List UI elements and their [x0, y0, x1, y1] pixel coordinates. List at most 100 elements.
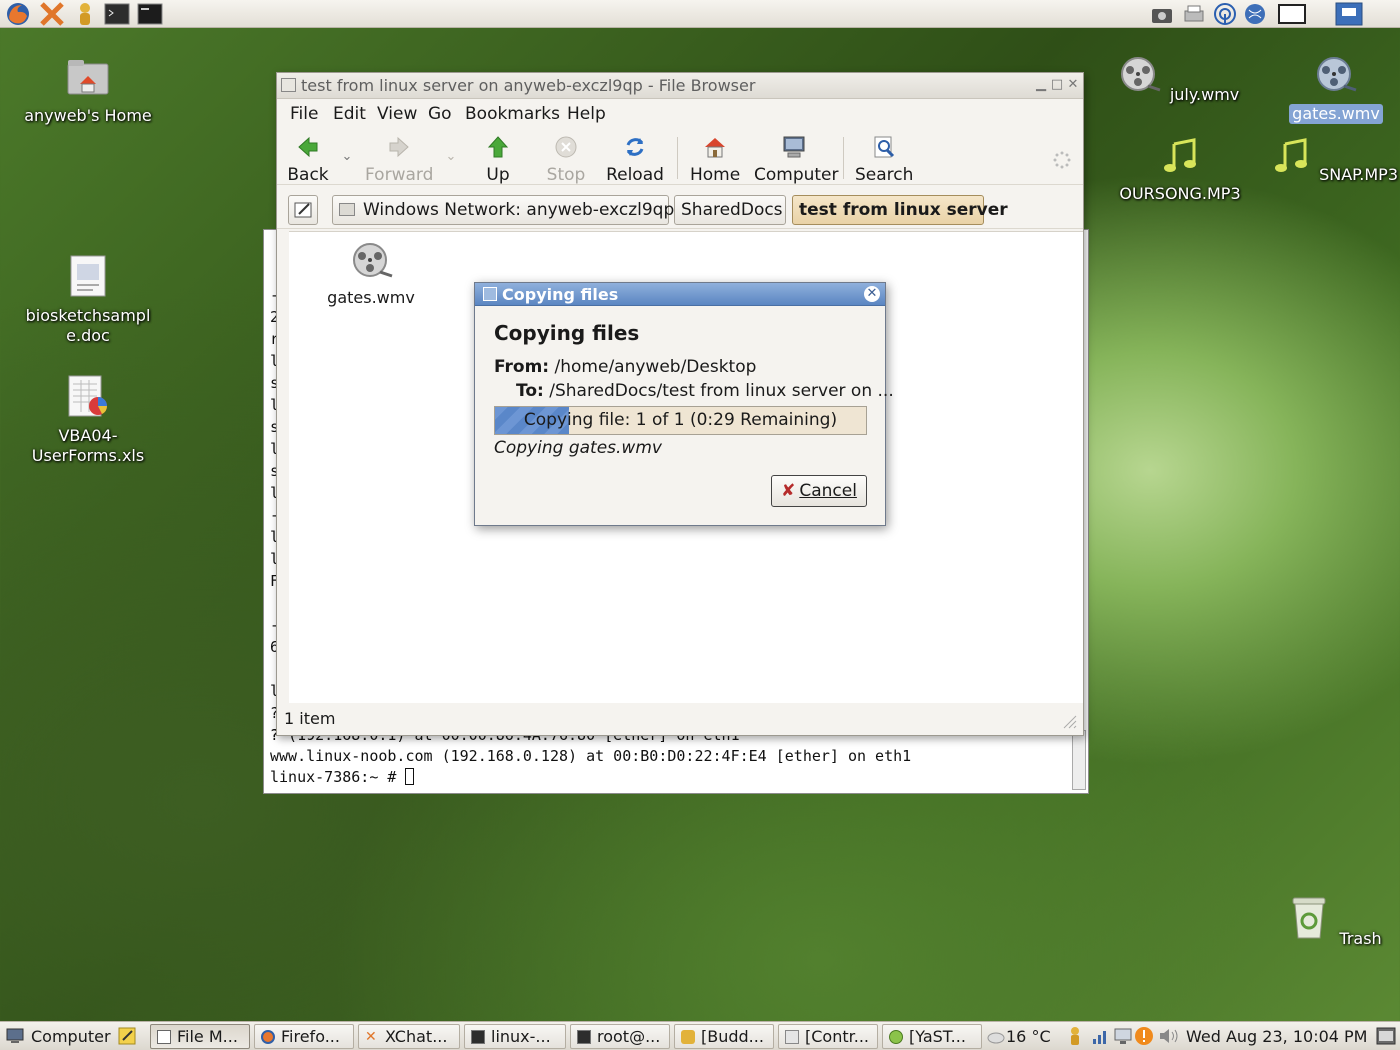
file-browser-titlebar[interactable]: test from linux server on anyweb-exczl9q… [277, 73, 1083, 99]
status-bar: 1 item [277, 705, 1083, 735]
clock[interactable]: Wed Aug 23, 10:04 PM [1186, 1027, 1367, 1046]
minimize-icon[interactable]: ▁ [1033, 77, 1049, 93]
spreadsheet-icon [68, 375, 107, 417]
home-folder-icon [67, 60, 109, 95]
desktop-icon-label: july.wmv [1169, 85, 1240, 104]
menu-view[interactable]: View [377, 104, 417, 124]
home-button[interactable]: Home [690, 135, 740, 185]
menu-help[interactable]: Help [567, 104, 606, 124]
update-alert-icon[interactable] [1134, 1026, 1154, 1046]
breadcrumb-current-folder[interactable]: test from linux server [792, 195, 1008, 225]
xchat-icon[interactable] [39, 1, 65, 27]
show-desktop-icon[interactable] [1376, 1026, 1396, 1046]
search-button[interactable]: Search [855, 135, 913, 185]
computer-icon [783, 136, 805, 158]
video-file-icon [1120, 57, 1161, 92]
back-history-dropdown[interactable]: ⌄ [339, 149, 355, 165]
toolbar-separator [843, 137, 844, 179]
back-arrow-icon [298, 136, 318, 158]
task-yast[interactable]: [YaST... [882, 1024, 982, 1049]
firefox-icon [261, 1030, 275, 1044]
window-title: test from linux server on anyweb-exczl9q… [301, 76, 756, 95]
task-firefox[interactable]: Firefo... [254, 1024, 354, 1049]
computer-menu-icon[interactable] [6, 1028, 24, 1044]
file-item[interactable]: gates.wmv [327, 242, 415, 307]
search-icon [874, 136, 895, 158]
desktop-icon-trash[interactable]: Trash [1266, 894, 1400, 949]
volume-icon[interactable] [1158, 1027, 1180, 1045]
console-icon[interactable] [137, 1, 163, 27]
firefox-icon[interactable] [5, 1, 31, 27]
close-icon[interactable]: ✕ [1065, 77, 1081, 93]
wireless-icon[interactable] [1213, 2, 1237, 26]
computer-menu-button[interactable]: Computer [31, 1027, 111, 1046]
desktop-icon-label: VBA04- UserForms.xls [31, 426, 145, 465]
buddy-status-icon[interactable] [1066, 1026, 1084, 1046]
terminal-prompt[interactable]: linux-7386:~ # [270, 768, 415, 786]
resize-grip-icon[interactable] [1061, 713, 1077, 729]
up-button[interactable]: Up [481, 135, 515, 185]
desktop-icon-gates[interactable]: gates.wmv [1266, 56, 1400, 124]
weather-cloud-icon[interactable] [987, 1028, 1005, 1044]
notes-icon[interactable] [117, 1026, 137, 1046]
desktop-icon-label: Trash [1339, 929, 1382, 948]
network-status-icon[interactable] [1114, 1027, 1132, 1045]
maximize-icon[interactable]: □ [1049, 77, 1065, 93]
location-toggle-button[interactable] [288, 195, 318, 225]
music-file-icon [1274, 138, 1307, 172]
desktop-icon-snap[interactable]: SNAP.MP3 [1266, 136, 1400, 185]
task-control-center[interactable]: [Contr... [778, 1024, 878, 1049]
cancel-button[interactable]: ✘ Cancel [771, 475, 867, 507]
desktop-icon-oursong[interactable]: OURSONG.MP3 [1110, 136, 1250, 204]
task-file-manager[interactable]: File M... [150, 1024, 250, 1049]
desktop-icon-label: OURSONG.MP3 [1119, 184, 1241, 203]
location-bar: Windows Network: anyweb-exczl9qp SharedD… [277, 191, 1083, 229]
trash-icon [1292, 897, 1326, 939]
desktop-icon-label: anyweb's Home [24, 106, 152, 125]
file-item-label: gates.wmv [327, 288, 415, 307]
task-buddy-list[interactable]: [Budd... [674, 1024, 774, 1049]
signal-strength-icon[interactable] [1092, 1027, 1110, 1045]
cancel-icon: ✘ [781, 481, 796, 501]
breadcrumb-windows-network[interactable]: Windows Network: anyweb-exczl9qp [332, 195, 674, 225]
task-root-terminal[interactable]: root@... [570, 1024, 670, 1049]
task-linux-terminal[interactable]: linux-... [464, 1024, 566, 1049]
back-button[interactable]: Back [287, 135, 329, 185]
printer-icon[interactable] [1182, 2, 1206, 26]
close-icon[interactable]: ✕ [864, 286, 880, 302]
document-icon [70, 255, 106, 297]
copy-source: From: /home/anyweb/Desktop [494, 357, 757, 377]
terminal-icon [577, 1030, 591, 1044]
desktop-icon-label-selected: gates.wmv [1289, 104, 1383, 124]
menu-file[interactable]: File [290, 104, 318, 124]
forward-history-dropdown[interactable]: ⌄ [443, 149, 459, 165]
desktop-icon-home[interactable]: anyweb's Home [18, 54, 158, 126]
display-icon[interactable] [1278, 2, 1306, 26]
forward-arrow-icon [389, 136, 409, 158]
edit-location-icon [294, 202, 312, 218]
menu-edit[interactable]: Edit [333, 104, 366, 124]
reload-button[interactable]: Reload [605, 135, 665, 185]
menu-bookmarks[interactable]: Bookmarks [465, 104, 560, 124]
current-file-text: Copying gates.wmv [494, 438, 662, 458]
forward-button[interactable]: Forward [365, 135, 433, 185]
desktop-icon-july[interactable]: july.wmv [1110, 56, 1250, 105]
home-icon [705, 138, 725, 158]
window-icon[interactable] [1335, 2, 1363, 26]
desktop-icon-vba[interactable]: VBA04- UserForms.xls [18, 374, 158, 466]
weather-temperature[interactable]: 16 °C [1006, 1027, 1051, 1046]
desktop-icon-biosketch[interactable]: biosketchsampl e.doc [18, 254, 158, 346]
terminal-icon[interactable] [104, 1, 130, 27]
terminal-scrollbar[interactable] [1072, 730, 1086, 790]
breadcrumb-shareddocs[interactable]: SharedDocs [674, 195, 786, 225]
dialog-titlebar[interactable]: Copying files ✕ [475, 283, 885, 306]
menu-go[interactable]: Go [428, 104, 452, 124]
computer-button[interactable]: Computer [754, 135, 839, 185]
task-xchat[interactable]: ✕ XChat... [358, 1024, 460, 1049]
terminal-icon [471, 1030, 485, 1044]
buddy-icon[interactable] [72, 1, 98, 27]
stop-button[interactable]: Stop [545, 135, 587, 185]
camera-icon[interactable] [1150, 2, 1174, 26]
network-icon[interactable] [1243, 2, 1267, 26]
top-panel [0, 0, 1400, 28]
